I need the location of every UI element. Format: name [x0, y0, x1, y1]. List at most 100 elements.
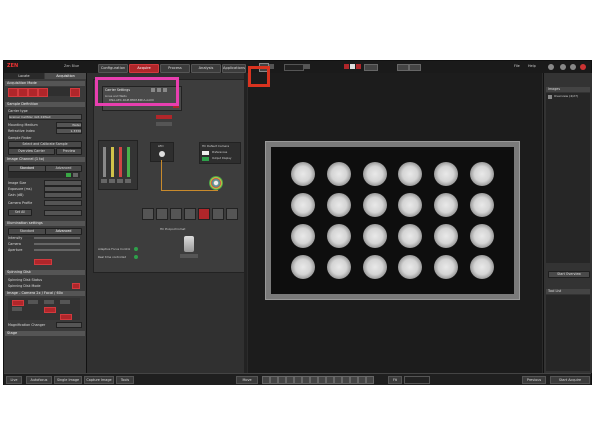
menu-file[interactable]: File — [514, 64, 520, 68]
well-spot[interactable] — [290, 162, 315, 187]
preview-button[interactable]: Preview — [56, 148, 82, 155]
camera-cell-7[interactable] — [60, 314, 72, 320]
camera-profile-select[interactable] — [44, 200, 82, 206]
tool-icon-6[interactable] — [302, 376, 310, 384]
set-all-field[interactable] — [44, 210, 82, 216]
channel-knob-3[interactable] — [117, 179, 123, 183]
illum-advanced-tab[interactable]: Advanced — [45, 228, 82, 235]
illumination-header[interactable]: Illumination settings — [5, 221, 85, 226]
tab-acquire[interactable]: Acquire — [129, 64, 159, 73]
red-slider-1[interactable] — [156, 115, 172, 119]
autofocus-button[interactable]: Autofocus — [26, 376, 52, 384]
mode-button-4[interactable] — [38, 88, 48, 97]
camera-cell-3[interactable] — [44, 300, 54, 304]
well-spot[interactable] — [470, 162, 495, 187]
realtime-indicator[interactable] — [134, 255, 138, 259]
well-spot[interactable] — [434, 193, 459, 218]
tool-icon-2[interactable] — [270, 376, 278, 384]
tool-icon-3[interactable] — [278, 376, 286, 384]
image-camera-header[interactable]: Image - Camera 2x / Focal / 60x — [5, 291, 85, 296]
objective-icon[interactable] — [184, 236, 194, 252]
tool-icon-7[interactable] — [310, 376, 318, 384]
lamp-box[interactable]: LED — [150, 142, 174, 162]
dropdown-icon[interactable] — [304, 64, 310, 69]
mode-button-1[interactable] — [8, 88, 18, 97]
channel-red-icon[interactable] — [344, 64, 349, 69]
channel-white-icon[interactable] — [350, 64, 355, 69]
tool-icon-1[interactable] — [262, 376, 270, 384]
intensity-slider[interactable] — [34, 237, 80, 239]
previous-button[interactable]: Previous — [522, 376, 546, 384]
split-view-button[interactable] — [397, 64, 409, 71]
objective-button-6[interactable] — [212, 208, 224, 220]
image-thumb-icon[interactable] — [548, 95, 552, 99]
tools-button[interactable]: Tools — [116, 376, 134, 384]
well-spot[interactable] — [434, 254, 459, 279]
well-spot[interactable] — [290, 254, 315, 279]
channel-gray-icon[interactable] — [73, 173, 78, 177]
minimize-icon[interactable] — [560, 64, 566, 70]
channel-knob-1[interactable] — [101, 179, 107, 183]
image-list-item[interactable]: Overview (4/27) — [554, 95, 578, 98]
tool-icon-8[interactable] — [318, 376, 326, 384]
well-spot[interactable] — [398, 193, 423, 218]
well-spot[interactable] — [326, 223, 351, 248]
acquisition-mode-header[interactable]: Acquisition Mode — [5, 81, 85, 86]
set-all-button[interactable]: Set All — [8, 209, 32, 216]
well-plate-image[interactable] — [271, 147, 514, 294]
capture-image-button[interactable]: Capture Image — [84, 376, 114, 384]
well-spot[interactable] — [362, 193, 387, 218]
tab-analysis[interactable]: Analysis — [191, 64, 221, 73]
channel-knob-2[interactable] — [109, 179, 115, 183]
live-button[interactable]: Live — [6, 376, 22, 384]
objective-button-1[interactable] — [142, 208, 154, 220]
channel-red2-icon[interactable] — [356, 64, 361, 69]
well-spot[interactable] — [326, 162, 351, 187]
well-spot[interactable] — [326, 193, 351, 218]
start-overview-button[interactable]: Start Overview — [548, 271, 590, 278]
camera-cell-6[interactable] — [44, 307, 56, 313]
tool-icon-10[interactable] — [334, 376, 342, 384]
zoom-field[interactable] — [284, 64, 304, 71]
well-spot[interactable] — [470, 254, 495, 279]
mode-button-2[interactable] — [18, 88, 28, 97]
well-spot[interactable] — [290, 193, 315, 218]
well-spot[interactable] — [470, 223, 495, 248]
well-spot[interactable] — [398, 223, 423, 248]
overview-carrier-button[interactable]: Overview Carrier — [8, 148, 55, 155]
spinning-disk-toggle[interactable] — [72, 283, 80, 289]
select-carrier-button[interactable]: Select and Calibrate Sample — [8, 141, 82, 148]
settings-icon[interactable] — [548, 64, 554, 70]
tool-icon-12[interactable] — [350, 376, 358, 384]
objective-button-2[interactable] — [156, 208, 168, 220]
start-acquire-button[interactable]: Start Acquire — [550, 376, 590, 384]
gray-slider-1[interactable] — [156, 122, 172, 126]
tool-icon-4[interactable] — [286, 376, 294, 384]
spinning-disk-header[interactable]: Spinning Disk — [5, 270, 85, 275]
aperture-slider[interactable] — [34, 249, 80, 251]
maximize-icon[interactable] — [570, 64, 576, 70]
move-button[interactable]: Move — [236, 376, 258, 384]
sample-definition-header[interactable]: Sample Definition — [5, 102, 85, 107]
well-spot[interactable] — [398, 254, 423, 279]
tab-configuration[interactable]: Configuration — [98, 64, 128, 73]
tab-process[interactable]: Process — [160, 64, 190, 73]
camera-cell-5[interactable] — [12, 307, 22, 311]
well-spot[interactable] — [362, 223, 387, 248]
camera-cell-4[interactable] — [60, 300, 70, 304]
tool-icon-5[interactable] — [294, 376, 302, 384]
tool-icon-9[interactable] — [326, 376, 334, 384]
image-viewer[interactable] — [248, 73, 542, 373]
adaptive-focus-indicator[interactable] — [134, 247, 138, 251]
well-spot[interactable] — [326, 254, 351, 279]
menu-help[interactable]: Help — [528, 64, 536, 68]
filter-wheel-icon[interactable] — [209, 176, 223, 190]
tab-applications[interactable]: Applications — [222, 64, 246, 73]
stage-header[interactable]: Stage — [5, 331, 85, 336]
channel-green-icon[interactable] — [66, 173, 71, 177]
gallery-view-button[interactable] — [409, 64, 421, 71]
well-spot[interactable] — [398, 162, 423, 187]
standard-tab[interactable]: Standard — [8, 165, 46, 172]
advanced-tab[interactable]: Advanced — [45, 165, 82, 172]
tool-icon-11[interactable] — [342, 376, 350, 384]
